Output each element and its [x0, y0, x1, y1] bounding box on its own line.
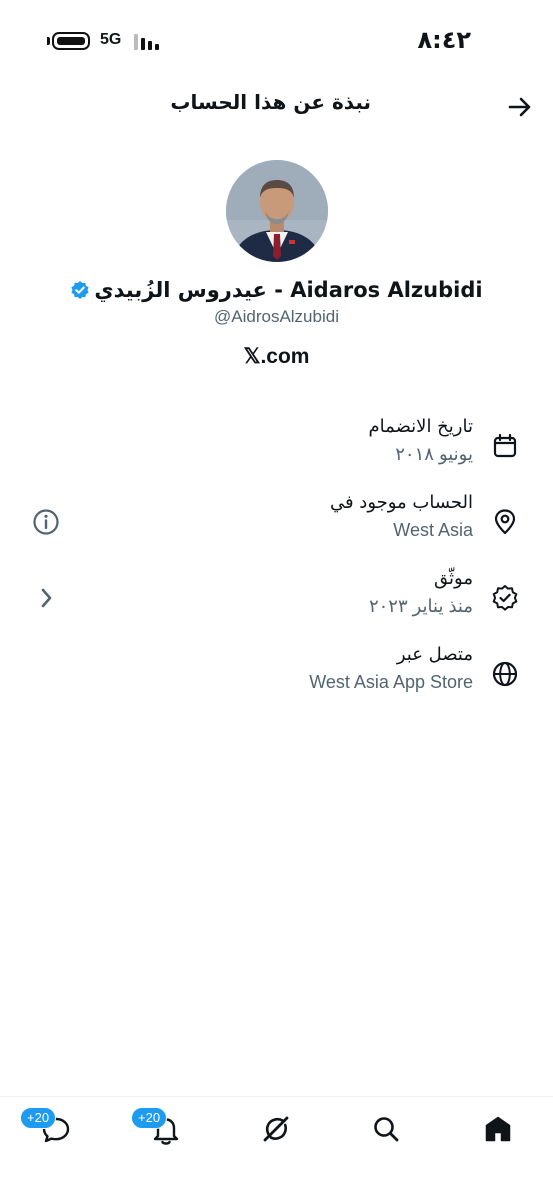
info-row-location: الحساب موجود في West Asia — [0, 490, 553, 554]
globe-icon — [492, 661, 518, 687]
info-title: متصل عبر — [396, 644, 473, 665]
back-button[interactable] — [505, 92, 535, 122]
bottom-nav: +20 +20 — [0, 1096, 553, 1200]
signal-icon — [134, 34, 164, 50]
nav-search[interactable] — [366, 1109, 406, 1149]
info-title: الحساب موجود في — [329, 492, 473, 513]
info-circle-icon[interactable] — [30, 506, 62, 538]
status-time: ٨:٤٢ — [417, 26, 471, 54]
info-row-connected-via: متصل عبر West Asia App Store — [0, 642, 553, 706]
search-icon — [374, 1117, 399, 1142]
info-row-verified[interactable]: موثّق منذ يناير ٢٠٢٣ — [0, 566, 553, 630]
info-row-joined: تاريخ الانضمام يونيو ٢٠١٨ — [0, 414, 553, 478]
nav-grok[interactable] — [256, 1109, 296, 1149]
battery-icon — [52, 32, 90, 50]
verified-badge-icon — [71, 281, 90, 299]
info-title: موثّق — [434, 568, 473, 589]
page-title: نبذة عن هذا الحساب — [170, 90, 371, 114]
chevron-left-icon[interactable] — [30, 582, 62, 614]
network-label: 5G — [100, 31, 122, 48]
status-bar: 5G ٨:٤٢ — [0, 0, 553, 80]
website-link[interactable]: 𝕏.com — [0, 344, 553, 369]
handle: @AidrosAlzubidi — [214, 307, 339, 326]
display-name-text: عيدروس الزُبيدي - Aidaros Alzubidi — [94, 278, 483, 302]
display-name: عيدروس الزُبيدي - Aidaros Alzubidi — [0, 278, 553, 302]
info-value: West Asia App Store — [309, 672, 473, 692]
grok-icon — [263, 1116, 289, 1142]
info-value: منذ يناير ٢٠٢٣ — [368, 596, 473, 616]
messages-badge: +20 — [20, 1107, 57, 1129]
location-pin-icon — [494, 509, 516, 535]
arrow-right-icon — [508, 97, 531, 117]
calendar-icon — [493, 433, 517, 458]
avatar[interactable] — [226, 160, 328, 262]
verified-badge-icon — [492, 585, 518, 611]
info-title: تاريخ الانضمام — [368, 416, 473, 437]
header: نبذة عن هذا الحساب — [0, 82, 553, 132]
nav-home[interactable] — [478, 1109, 518, 1149]
home-icon — [485, 1116, 511, 1142]
info-value: West Asia — [393, 520, 473, 540]
notifications-badge: +20 — [131, 1107, 168, 1129]
info-value: يونيو ٢٠١٨ — [395, 444, 473, 464]
